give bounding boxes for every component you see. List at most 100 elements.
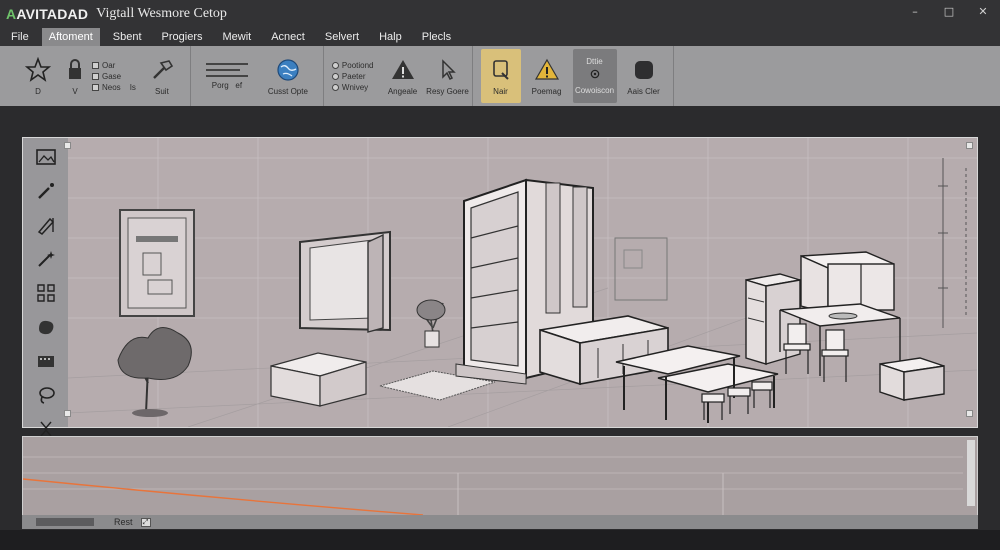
layers-tool-button[interactable]: Nair (480, 49, 521, 103)
expand-icon[interactable]: ⤢ (140, 517, 151, 527)
checkbox-icon (92, 72, 99, 80)
dimension-guides (938, 158, 967, 328)
image-tool[interactable] (32, 146, 60, 168)
minimize-button[interactable]: – (908, 5, 922, 19)
line-style-button[interactable]: Porg ef (199, 49, 255, 103)
warning-tool-label: Angeale (387, 86, 418, 96)
lock-tool-button[interactable]: V (64, 49, 86, 103)
selected-tool-top: Dttie (586, 57, 603, 66)
grid-tool[interactable] (32, 282, 60, 304)
ottoman (270, 352, 367, 407)
globe-icon (277, 58, 299, 81)
menu-sbent[interactable]: Sbent (106, 28, 149, 46)
viewport-corner-handle[interactable] (966, 142, 973, 149)
menu-selvert[interactable]: Selvert (318, 28, 366, 46)
close-button[interactable]: ✕ (976, 5, 990, 19)
interior-scene (67, 138, 978, 428)
brush-tool[interactable] (32, 180, 60, 202)
warning2-tool-button[interactable]: Poemag (527, 49, 567, 103)
selected-tool-button[interactable]: Dttie Cowoiscon (572, 49, 617, 103)
warning-tool-button[interactable]: Angeale (380, 49, 426, 103)
cube-tool-label: Aais Cler (627, 86, 660, 96)
option-oar[interactable]: Oar (92, 61, 136, 70)
option-pootiond[interactable]: Pootiond (331, 61, 374, 70)
line-style-label: Porg ef (211, 80, 243, 90)
wand-tool[interactable] (32, 248, 60, 270)
selected-tool-label: Cowoiscon (574, 86, 615, 95)
status-bar: Rest ⤢ (22, 515, 978, 529)
menu-halp[interactable]: Halp (372, 28, 409, 46)
grid-icon (36, 284, 55, 302)
3d-viewport-canvas[interactable] (64, 138, 978, 428)
caution-icon (534, 58, 559, 80)
window-frame (299, 230, 391, 333)
lasso-icon (38, 387, 55, 404)
timeline-graph (22, 456, 963, 516)
option-gase[interactable]: Gase (92, 72, 136, 81)
window-controls: – □ ✕ (908, 5, 990, 19)
viewport-corner-handle[interactable] (966, 410, 973, 417)
line-style-icon (205, 62, 248, 77)
film-tool[interactable] (32, 350, 60, 372)
zoom-slider[interactable] (36, 518, 94, 526)
option-neos[interactable]: Neos Is (92, 83, 136, 92)
wall-frame (119, 209, 195, 317)
option-paeter[interactable]: Paeter (331, 72, 374, 81)
brush-icon (37, 183, 54, 199)
left-toolbar (23, 138, 68, 437)
cursor-tool-button[interactable]: Resy Goere (426, 49, 469, 103)
option-list-1: Oar Gase Neos Is (92, 61, 136, 92)
layers-tool-label: Nair (493, 86, 508, 96)
star-icon (25, 56, 51, 82)
ribbon-group-view: Pootiond Paeter Wnivey Angeale Resy Goer… (324, 46, 473, 106)
radio-icon (331, 72, 339, 80)
lasso-tool[interactable] (32, 384, 60, 406)
lock-tool-label: V (72, 86, 78, 96)
hammer-tool-label: Suit (155, 86, 169, 96)
menu-progiers[interactable]: Progiers (155, 28, 210, 46)
globe-tool-label: Cusst Opte (267, 86, 308, 96)
menu-aftoment[interactable]: Aftoment (41, 28, 100, 46)
app-logo: AAVITADAD (6, 6, 89, 22)
checkbox-icon (92, 83, 99, 91)
lock-icon (69, 58, 81, 79)
bottom-margin (0, 530, 1000, 550)
maximize-button[interactable]: □ (942, 5, 956, 19)
hammer-tool-button[interactable]: Suit (142, 49, 182, 103)
cursor-icon (441, 58, 456, 80)
warning2-tool-label: Poemag (531, 86, 562, 96)
viewport-corner-handle[interactable] (64, 410, 71, 417)
star-tool-button[interactable]: D (18, 49, 58, 103)
wall-cabinets (800, 251, 895, 314)
menu-mewit[interactable]: Mewit (215, 28, 258, 46)
menu-file[interactable]: File (4, 28, 36, 46)
ribbon-toolbar: D V Oar Gase Neos Is Suit Porg ef Cusst O… (0, 46, 1000, 106)
cube-tool-button[interactable]: Aais Cler (623, 49, 665, 103)
checkbox-icon (92, 61, 99, 69)
option-wnivey[interactable]: Wnivey (331, 83, 374, 92)
blob-icon (38, 320, 53, 335)
ribbon-group-lines: Porg ef Cusst Opte (191, 46, 324, 106)
title-bar: AAVITADAD Vigtall Wesmore Cetop – □ ✕ (0, 0, 1000, 28)
viewport-corner-handle[interactable] (64, 142, 71, 149)
pencil-tool[interactable] (32, 214, 60, 236)
ribbon-group-basic: D V Oar Gase Neos Is Suit (10, 46, 191, 106)
cube-icon (634, 60, 653, 79)
viewport-frame (22, 137, 978, 437)
warning-icon (391, 59, 414, 79)
hammer-icon (153, 59, 174, 79)
globe-tool-button[interactable]: Cusst Opte (261, 49, 315, 103)
timeline-scrollbar[interactable] (967, 440, 975, 506)
image-icon (35, 149, 56, 165)
ribbon-group-edit: Nair Poemag Dttie Cowoiscon Aais Cler (473, 46, 674, 106)
status-coord-text: Rest (114, 517, 133, 527)
gear-icon (590, 69, 599, 79)
menu-plecls[interactable]: Plecls (415, 28, 458, 46)
blob-tool[interactable] (32, 316, 60, 338)
layers-icon (492, 59, 509, 80)
menu-acnect[interactable]: Acnect (264, 28, 312, 46)
film-icon (37, 356, 54, 367)
star-tool-label: D (35, 86, 41, 96)
menu-bar: File Aftoment Sbent Progiers Mewit Acnec… (0, 28, 1000, 46)
wand-icon (37, 251, 55, 267)
